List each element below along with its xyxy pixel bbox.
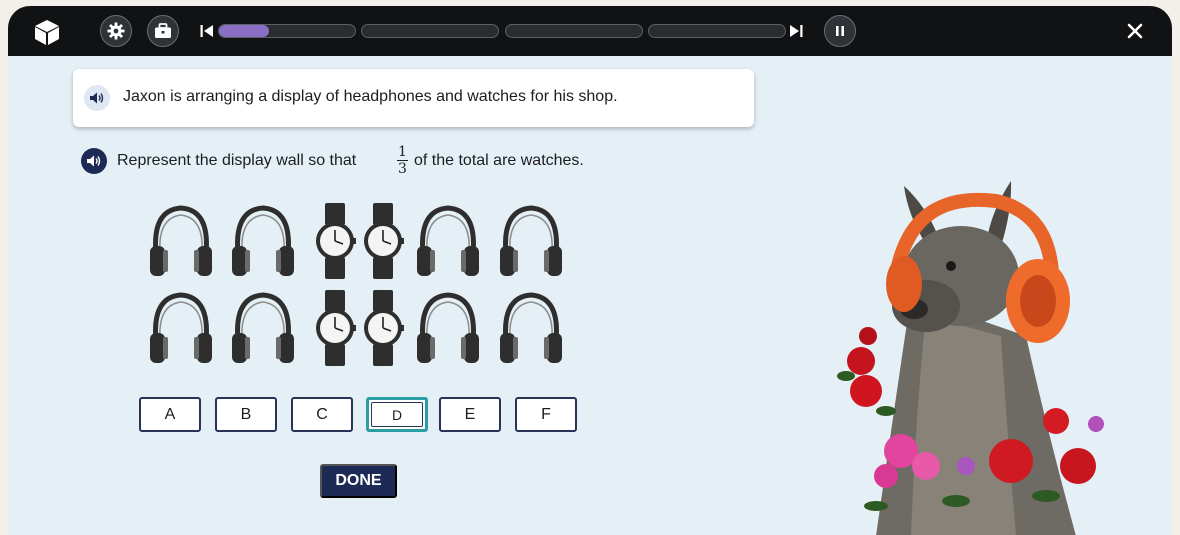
- close-icon: [1127, 23, 1143, 39]
- choice-f-button[interactable]: F: [515, 397, 577, 432]
- choice-b-button[interactable]: B: [215, 397, 277, 432]
- headphones-icon: [413, 289, 483, 372]
- question-text: Represent the display wall so that: [117, 152, 357, 169]
- pause-icon: [836, 26, 844, 36]
- done-button[interactable]: DONE: [320, 464, 397, 498]
- headphones-icon: [413, 202, 483, 285]
- app-frame: Jaxon is arranging a display of headphon…: [8, 6, 1172, 535]
- skip-back-icon: [200, 25, 213, 37]
- llama-with-headphones-illustration: [816, 166, 1116, 535]
- choice-e-button[interactable]: E: [439, 397, 501, 432]
- skip-forward-icon: [790, 25, 803, 37]
- read-aloud-button[interactable]: [84, 85, 110, 111]
- settings-button[interactable]: [100, 15, 132, 47]
- prompt-card: Jaxon is arranging a display of headphon…: [73, 69, 754, 127]
- progress-segment: [218, 24, 356, 38]
- fraction-one-third: 1 3: [397, 144, 408, 177]
- gear-icon: [107, 22, 125, 40]
- speaker-icon: [90, 92, 104, 104]
- progress-fill: [219, 25, 270, 37]
- close-button[interactable]: [1126, 22, 1144, 40]
- choice-c-button[interactable]: C: [291, 397, 353, 432]
- top-toolbar: [8, 6, 1172, 56]
- headphones-icon: [496, 289, 566, 372]
- briefcase-icon: [155, 23, 171, 38]
- fraction-denominator: 3: [398, 161, 407, 178]
- headphones-icon: [146, 202, 216, 285]
- choice-a-button[interactable]: A: [139, 397, 201, 432]
- headphones-icon: [146, 289, 216, 372]
- next-button[interactable]: [788, 23, 804, 39]
- pause-button[interactable]: [824, 15, 856, 47]
- progress-segment: [648, 24, 786, 38]
- watch-icon: [361, 289, 405, 372]
- cube-logo-icon: [33, 18, 61, 46]
- previous-button[interactable]: [199, 23, 215, 39]
- choice-label: D: [371, 402, 423, 427]
- toolbox-button[interactable]: [147, 15, 179, 47]
- headphones-icon: [228, 202, 298, 285]
- watch-icon: [313, 202, 357, 285]
- speaker-icon: [87, 155, 101, 167]
- headphones-icon: [496, 202, 566, 285]
- fraction-numerator: 1: [398, 144, 407, 160]
- watch-icon: [313, 289, 357, 372]
- headphones-icon: [228, 289, 298, 372]
- watch-icon: [361, 202, 405, 285]
- progress-segment: [361, 24, 499, 38]
- choice-d-button[interactable]: D: [366, 397, 428, 432]
- question-text-end: of the total are watches.: [414, 152, 584, 169]
- question-read-aloud-button[interactable]: [81, 148, 107, 174]
- prompt-text: Jaxon is arranging a display of headphon…: [123, 88, 618, 105]
- progress-segment: [505, 24, 643, 38]
